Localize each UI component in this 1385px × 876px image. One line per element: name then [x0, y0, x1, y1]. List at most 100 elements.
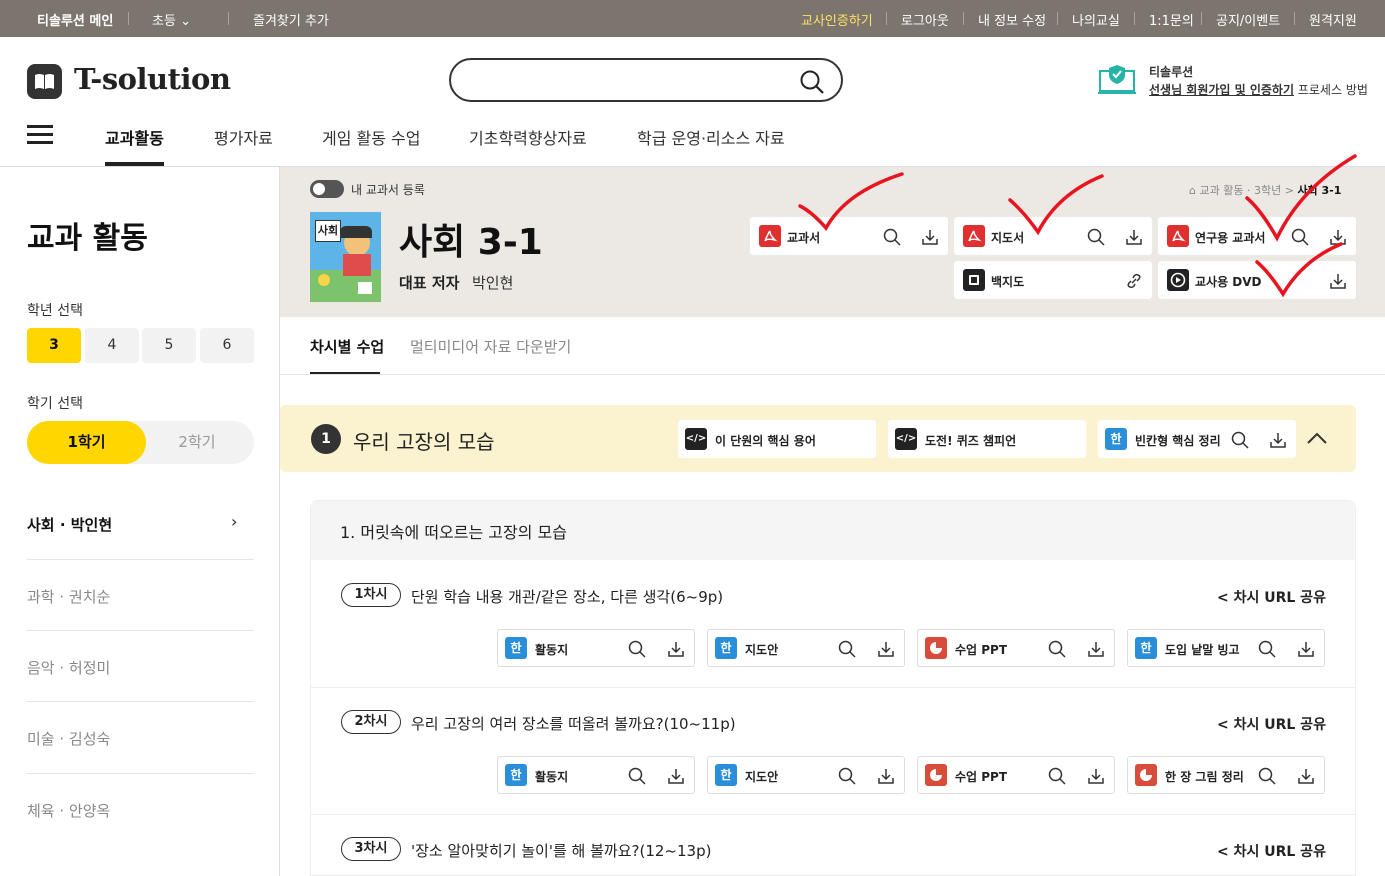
subject-art[interactable]: 미술 · 김성숙: [27, 728, 110, 749]
resource-teacher-dvd: 교사용 DVD: [1158, 261, 1356, 299]
logo-book-icon[interactable]: [27, 64, 62, 99]
search-box: [449, 58, 843, 102]
lesson-number: 1차시: [341, 583, 401, 607]
grade-label: 학년 선택: [27, 303, 83, 319]
search-icon[interactable]: [1231, 431, 1249, 449]
ppt-icon: [925, 637, 947, 659]
breadcrumb: ⌂ 교과 활동 · 3학년 > 사회 3-1: [1189, 184, 1342, 197]
my-info-link[interactable]: 내 정보 수정: [978, 10, 1046, 29]
my-textbook-toggle[interactable]: [310, 180, 344, 198]
grade-3-button[interactable]: 3: [27, 328, 81, 363]
search-icon[interactable]: [838, 640, 856, 658]
tab-multimedia[interactable]: 멀티미디어 자료 다운받기: [410, 336, 571, 357]
favorite-link[interactable]: 즐겨찾기 추가: [253, 10, 329, 29]
search-icon[interactable]: [1048, 767, 1066, 785]
inquiry-link[interactable]: 1:1문의: [1149, 10, 1194, 29]
level-select[interactable]: 초등 ⌄: [152, 10, 191, 29]
download-icon[interactable]: [1297, 640, 1315, 658]
ppt-icon: [925, 764, 947, 786]
share-url-button[interactable]: < 차시 URL 공유: [1217, 841, 1326, 861]
logo-text[interactable]: T-solution: [74, 62, 231, 96]
nav-subject-activity[interactable]: 교과활동: [105, 125, 164, 149]
share-url-button[interactable]: < 차시 URL 공유: [1217, 714, 1326, 734]
resource-label: 교사용 DVD: [1195, 275, 1262, 289]
teacher-cert-link[interactable]: 교사인증하기: [801, 10, 873, 29]
logout-link[interactable]: 로그아웃: [901, 10, 949, 29]
share-icon: <: [1217, 590, 1229, 606]
my-textbook-label: 내 교과서 등록: [351, 183, 425, 197]
search-icon[interactable]: [838, 767, 856, 785]
download-icon[interactable]: [877, 767, 895, 785]
breadcrumb-item[interactable]: 3학년: [1254, 184, 1281, 197]
search-icon[interactable]: [883, 228, 901, 246]
search-icon[interactable]: [799, 69, 825, 95]
link-icon[interactable]: [1125, 272, 1143, 290]
search-icon[interactable]: [1087, 228, 1105, 246]
breadcrumb-item[interactable]: 교과 활동: [1199, 184, 1243, 197]
cert-guide[interactable]: 선생님 회원가입 및 인증하기 프로세스 방법: [1149, 81, 1368, 98]
tab-lessons[interactable]: 차시별 수업: [310, 336, 384, 357]
material-picture-summary: 한 장 그림 정리: [1127, 756, 1325, 794]
subject-music[interactable]: 음악 · 허정미: [27, 657, 110, 678]
unit-number: 1: [311, 424, 341, 454]
search-icon[interactable]: [628, 767, 646, 785]
download-icon[interactable]: [667, 767, 685, 785]
unit-resource-quiz[interactable]: </> 도전! 퀴즈 챔피언: [888, 420, 1086, 458]
download-icon[interactable]: [1329, 228, 1347, 246]
share-url-button[interactable]: < 차시 URL 공유: [1217, 587, 1326, 607]
download-icon[interactable]: [1125, 228, 1143, 246]
my-class-link[interactable]: 나의교실: [1072, 10, 1120, 29]
play-circle-icon: [1167, 269, 1189, 291]
hwp-icon: 한: [1135, 637, 1157, 659]
semester-1-button[interactable]: 1학기: [27, 421, 146, 464]
grade-4-button[interactable]: 4: [85, 328, 139, 363]
subject-pe[interactable]: 체육 · 안양옥: [27, 800, 110, 821]
menu-icon[interactable]: [27, 125, 53, 145]
book-cover-image: 사회: [310, 212, 381, 302]
nav-evaluation[interactable]: 평가자료: [214, 125, 273, 149]
subject-social[interactable]: 사회 · 박인현: [27, 514, 112, 535]
lesson-number: 2차시: [341, 710, 401, 734]
download-icon[interactable]: [1087, 640, 1105, 658]
search-icon[interactable]: [1258, 640, 1276, 658]
semester-toggle: 1학기 2학기: [27, 421, 254, 464]
pdf-icon: [759, 225, 781, 247]
material-lesson-plan: 한 지도안: [707, 629, 905, 667]
download-icon[interactable]: [877, 640, 895, 658]
semester-2-button[interactable]: 2학기: [140, 421, 254, 464]
cert-title: 티솔루션: [1149, 65, 1194, 79]
download-icon[interactable]: [1329, 272, 1347, 290]
grade-6-button[interactable]: 6: [200, 328, 254, 363]
download-icon[interactable]: [667, 640, 685, 658]
search-icon[interactable]: [1048, 640, 1066, 658]
grade-5-button[interactable]: 5: [142, 328, 196, 363]
main-link[interactable]: 티솔루션 메인: [37, 10, 113, 29]
download-icon[interactable]: [1269, 431, 1287, 449]
notice-link[interactable]: 공지/이벤트: [1216, 10, 1280, 29]
breadcrumb-current: 사회 3-1: [1297, 184, 1342, 197]
resource-blank-map: 백지도: [954, 261, 1152, 299]
chevron-up-icon[interactable]: [1306, 430, 1328, 446]
material-ppt: 수업 PPT: [917, 629, 1115, 667]
search-icon[interactable]: [628, 640, 646, 658]
share-icon: <: [1217, 717, 1229, 733]
top-bar: 티솔루션 메인 초등 ⌄ 즐겨찾기 추가 교사인증하기 로그아웃 내 정보 수정…: [0, 0, 1385, 37]
pdf-icon: [963, 225, 985, 247]
home-icon[interactable]: ⌂: [1189, 184, 1196, 197]
semester-label: 학기 선택: [27, 396, 83, 412]
search-icon[interactable]: [1291, 228, 1309, 246]
share-icon: <: [1217, 844, 1229, 860]
nav-game-class[interactable]: 게임 활동 수업: [322, 125, 421, 149]
unit-resource-terms[interactable]: </> 이 단원의 핵심 용어: [678, 420, 876, 458]
search-icon[interactable]: [1258, 767, 1276, 785]
resource-textbook: 교과서: [750, 217, 948, 255]
nav-class-management[interactable]: 학급 운영·리소스 자료: [637, 125, 785, 149]
download-icon[interactable]: [1297, 767, 1315, 785]
nav-basic-learning[interactable]: 기초학력향상자료: [469, 125, 587, 149]
subject-science[interactable]: 과학 · 권치순: [27, 586, 110, 607]
ppt-icon: [1135, 764, 1157, 786]
remote-support-link[interactable]: 원격지원: [1309, 10, 1357, 29]
download-icon[interactable]: [921, 228, 939, 246]
download-icon[interactable]: [1087, 767, 1105, 785]
search-input[interactable]: [467, 68, 787, 92]
